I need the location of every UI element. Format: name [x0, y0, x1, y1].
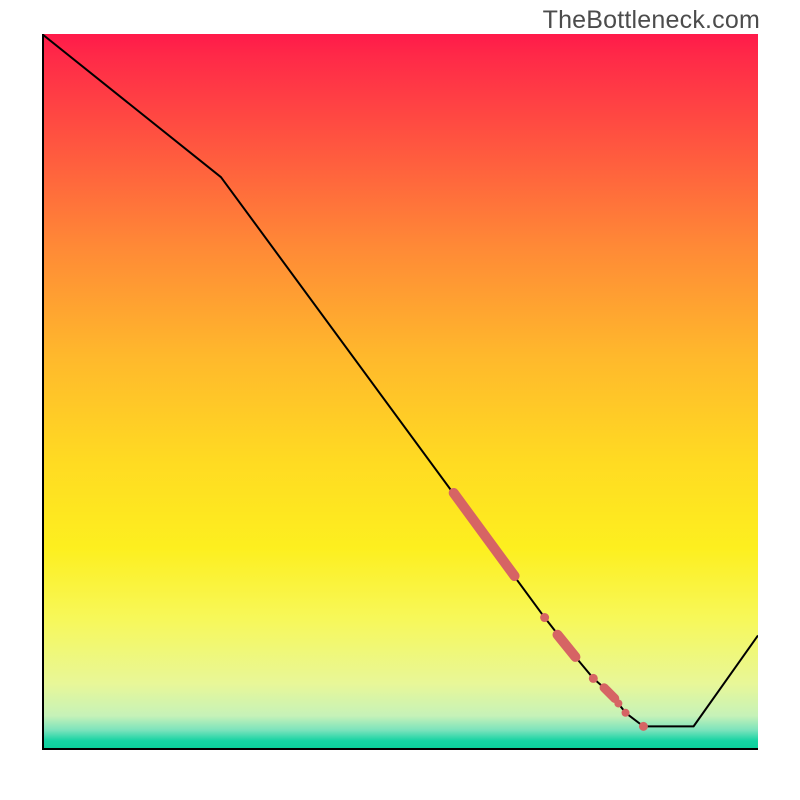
- chart-plot-area: [42, 34, 758, 750]
- watermark-text: TheBottleneck.com: [543, 6, 760, 35]
